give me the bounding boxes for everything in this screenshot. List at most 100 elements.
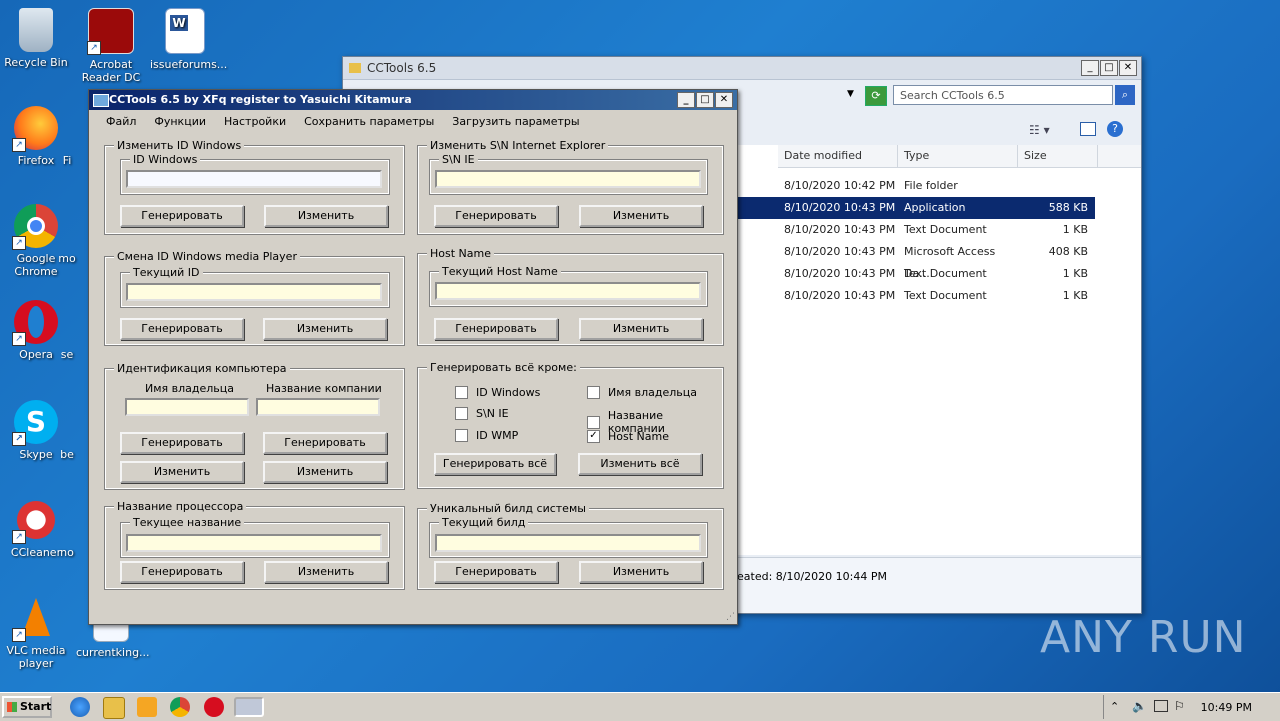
owner-name-label: Имя владельца [145,382,235,395]
explorer-titlebar[interactable]: CCTools 6.5 [343,57,1141,80]
column-type[interactable]: Type [898,145,1018,167]
maximize-button[interactable]: □ [696,92,714,108]
generate-host-name-button[interactable]: Генерировать [434,318,558,340]
desktop-icon-acrobat[interactable]: ↗ Acrobat Reader DC [76,8,146,84]
change-ie-sn-button[interactable]: Изменить [579,205,703,227]
owner-name-field[interactable] [125,398,249,416]
maximize-button[interactable]: □ [1100,60,1118,76]
menu-functions[interactable]: Функции [145,115,215,128]
file-row[interactable]: 8/10/2020 10:43 PM Text Document 1 KB [738,285,1095,307]
checkmark-icon: ✓ [587,430,600,443]
change-all-button[interactable]: Изменить всё [578,453,702,475]
checkbox-id-windows[interactable]: ID Windows [455,386,540,399]
desktop-icon-word-doc[interactable]: W issueforums... [150,8,227,71]
file-row[interactable]: 8/10/2020 10:43 PM Text Document 1 KB [738,219,1095,241]
desktop-icon-partial-mo[interactable]: mo [52,204,82,265]
checkbox-host-name[interactable]: ✓ Host Name [587,430,669,443]
search-input[interactable]: Search CCTools 6.5 [893,85,1113,105]
generate-windows-id-button[interactable]: Генерировать [120,205,244,227]
subgroup-current-build: Текущий билд [429,516,708,558]
checkbox-owner-name[interactable]: Имя владельца [587,386,697,399]
generate-processor-button[interactable]: Генерировать [120,561,244,583]
checkbox-id-wmp[interactable]: ID WMP [455,429,518,442]
desktop-icon-partial-fi[interactable]: Fi [52,106,82,167]
help-icon[interactable]: ? [1107,121,1123,137]
change-build-button[interactable]: Изменить [579,561,703,583]
ie-sn-field[interactable] [435,170,701,188]
flag-icon[interactable]: ⚐ [1174,699,1185,713]
cctools-titlebar[interactable]: CCTools 6.5 by XFq register to Yasuichi … [89,90,737,110]
subgroup-ie-sn: S\N IE [429,153,708,195]
minimize-button[interactable]: _ [1081,60,1099,76]
generate-ie-sn-button[interactable]: Генерировать [434,205,558,227]
generate-owner-button[interactable]: Генерировать [120,432,244,454]
close-button[interactable]: ✕ [715,92,733,108]
desktop-icon-vlc[interactable]: ↗ VLC media player [1,596,71,670]
menu-file[interactable]: Файл [97,115,145,128]
generate-build-button[interactable]: Генерировать [434,561,558,583]
current-id-field[interactable] [126,283,382,301]
anyrun-watermark: ANY RUN [1040,612,1247,663]
tray-expand-icon[interactable]: ⌃ [1110,700,1119,713]
desktop-icon-partial-be[interactable]: be [52,400,82,461]
media-player-taskbar-icon[interactable] [137,697,157,717]
change-company-button[interactable]: Изменить [263,461,387,483]
file-row-selected[interactable]: 8/10/2020 10:43 PM Application 588 KB [738,197,1095,219]
app-icon [93,94,109,107]
volume-icon[interactable]: 🔈 [1132,699,1147,713]
change-windows-id-button[interactable]: Изменить [264,205,388,227]
network-icon[interactable] [1154,700,1168,712]
group-processor-name: Название процессора Текущее название Ген… [104,500,405,590]
minimize-button[interactable]: _ [677,92,695,108]
host-name-field[interactable] [435,282,701,300]
build-field[interactable] [435,534,701,552]
group-wmp-id: Смена ID Windows media Player Текущий ID… [104,250,405,346]
column-date-modified[interactable]: Date modified [778,145,898,167]
company-name-field[interactable] [256,398,380,416]
subgroup-current-host-name: Текущий Host Name [429,265,708,307]
close-button[interactable]: ✕ [1119,60,1137,76]
acrobat-icon: ↗ [87,8,134,55]
change-host-name-button[interactable]: Изменить [579,318,703,340]
cctools-taskbar-icon[interactable] [234,697,264,717]
file-row[interactable]: 8/10/2020 10:43 PM Text Document 1 KB [738,263,1095,285]
start-button[interactable]: Start [2,696,52,718]
chrome-taskbar-icon[interactable] [170,697,190,717]
desktop-icon-partial-no[interactable]: no [52,498,82,559]
search-icon[interactable]: ⌕ [1115,85,1135,105]
generate-company-button[interactable]: Генерировать [263,432,387,454]
folder-icon [349,63,361,73]
file-row[interactable]: 8/10/2020 10:43 PM Microsoft Access Da..… [738,241,1095,280]
column-size[interactable]: Size [1018,145,1098,167]
file-list-header: Date modified Type Size [778,145,1141,168]
generate-wmp-id-button[interactable]: Генерировать [120,318,244,340]
processor-name-field[interactable] [126,534,382,552]
change-owner-button[interactable]: Изменить [120,461,244,483]
subgroup-current-processor-name: Текущее название [120,516,390,558]
menu-load-params[interactable]: Загрузить параметры [443,115,588,128]
cctools-window[interactable]: CCTools 6.5 by XFq register to Yasuichi … [88,89,738,625]
view-options-icon[interactable]: ☷ ▾ [1029,123,1050,137]
group-generate-all-except: Генерировать всё кроме: ID Windows S\N I… [417,361,724,489]
resize-grip-icon[interactable]: ⋰ [726,612,735,622]
subgroup-windows-id: ID Windows [120,153,390,195]
clock[interactable]: 10:49 PM [1201,701,1252,714]
company-name-label: Название компании [266,382,382,395]
menu-settings[interactable]: Настройки [215,115,295,128]
windows-id-field[interactable] [126,170,382,188]
desktop-icon-partial-se[interactable]: se [52,300,82,361]
preview-pane-icon[interactable] [1080,122,1096,136]
explorer-taskbar-icon[interactable] [103,697,125,719]
word-document-icon: W [165,8,205,54]
ie-taskbar-icon[interactable] [70,697,90,717]
address-dropdown-icon[interactable]: ▼ [847,89,854,99]
desktop-icon-recycle-bin[interactable]: Recycle Bin [1,8,71,69]
change-processor-button[interactable]: Изменить [264,561,388,583]
refresh-icon[interactable]: ⟳ [865,86,887,106]
menu-save-params[interactable]: Сохранить параметры [295,115,443,128]
file-row[interactable]: 8/10/2020 10:42 PM File folder [738,175,1095,197]
opera-taskbar-icon[interactable] [204,697,224,717]
change-wmp-id-button[interactable]: Изменить [263,318,387,340]
checkbox-sn-ie[interactable]: S\N IE [455,407,509,420]
generate-all-button[interactable]: Генерировать всё [434,453,556,475]
